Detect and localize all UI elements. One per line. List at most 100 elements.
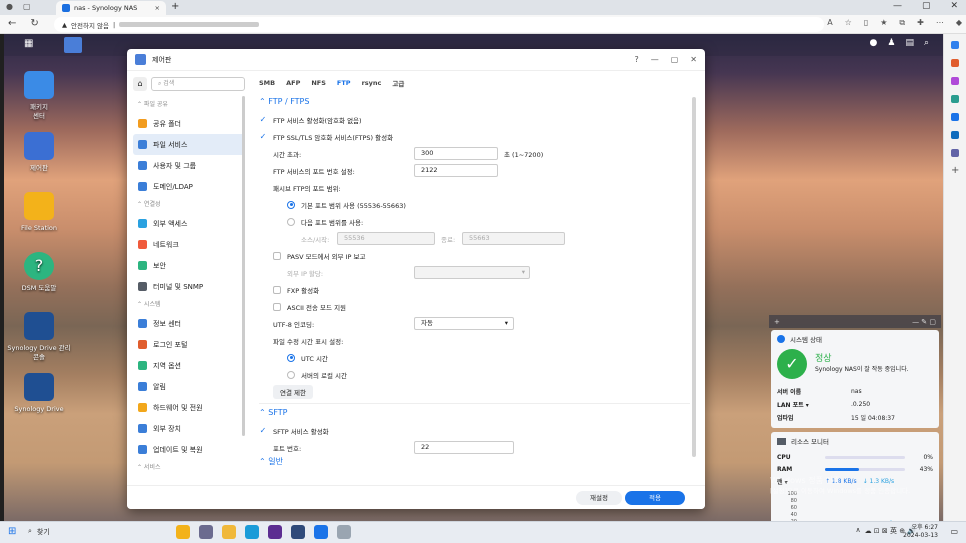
sidebar-item[interactable]: 하드웨어 및 전원 xyxy=(133,397,245,418)
sidebar-scrollbar[interactable] xyxy=(242,96,245,436)
sidebar-item[interactable]: 파일 서비스 xyxy=(133,134,245,155)
games-icon[interactable] xyxy=(951,95,959,103)
tab-ftp[interactable]: FTP xyxy=(337,79,351,87)
enable-ftps-checkbox[interactable]: ✓ FTP SSL/TLS 암호화 서비스(FTPS) 활성화 xyxy=(252,128,702,145)
home-icon[interactable]: ⌂ xyxy=(133,77,147,91)
read-aloud-icon[interactable]: A xyxy=(827,18,832,28)
office-icon[interactable] xyxy=(951,113,959,121)
app-icon[interactable] xyxy=(314,525,328,539)
close-window-button[interactable]: ✕ xyxy=(950,1,958,11)
ftp-section-header[interactable]: ⌃ FTP / FTPS xyxy=(252,93,702,111)
close-button[interactable]: ✕ xyxy=(690,55,697,64)
new-tab-button[interactable]: + xyxy=(171,1,179,12)
help-button[interactable]: ? xyxy=(634,55,638,64)
outlook-icon[interactable] xyxy=(951,131,959,139)
main-menu-icon[interactable]: ▦ xyxy=(24,38,38,52)
tray-chevron-icon[interactable]: ∧ xyxy=(855,526,860,536)
app-icon[interactable] xyxy=(291,525,305,539)
local-time-radio[interactable]: 서버의 로컬 시간 xyxy=(252,366,702,383)
minimize-button[interactable]: — xyxy=(651,55,659,64)
lan-port-row[interactable]: LAN 포트 ▾ .0.250 xyxy=(777,398,933,411)
teams-icon[interactable] xyxy=(951,149,959,157)
desktop-icon-control-panel[interactable]: 제어판 xyxy=(4,132,74,173)
connection-limit-button[interactable]: 연결 제한 xyxy=(273,384,313,399)
enable-ftp-checkbox[interactable]: ✓ FTP 서비스 활성화(암호화 없음) xyxy=(252,111,702,128)
extensions-icon[interactable]: ✚ xyxy=(917,18,924,28)
tab-actions-icon[interactable]: ▢ xyxy=(23,2,31,11)
utc-time-radio[interactable]: UTC 시간 xyxy=(252,349,702,366)
sftp-port-input[interactable]: 22 xyxy=(414,441,514,454)
ascii-mode-checkbox[interactable]: ASCII 전송 모드 지원 xyxy=(252,298,702,315)
copilot-icon[interactable]: ◆ xyxy=(956,18,962,28)
tab-rsync[interactable]: rsync xyxy=(362,79,382,87)
ftp-port-input[interactable]: 2122 xyxy=(414,164,498,177)
notification-icon[interactable]: ● xyxy=(870,38,878,48)
minimize-button[interactable]: — xyxy=(893,1,902,11)
widgets-flower-icon[interactable] xyxy=(176,525,190,539)
sidebar-item[interactable]: 보안 xyxy=(133,255,245,276)
desktop-icon-dsm-help[interactable]: ? DSM 도움말 xyxy=(4,252,74,293)
maximize-button[interactable]: ▢ xyxy=(922,1,931,11)
more-menu-icon[interactable]: ⋯ xyxy=(936,18,944,28)
address-bar[interactable]: ▲ 안전하지 않음 | xyxy=(54,17,824,32)
search-input[interactable]: ⌕ 검색 xyxy=(151,77,245,91)
search-icon[interactable]: ⌕ xyxy=(924,38,929,48)
browser-tab[interactable]: nas - Synology NAS × xyxy=(56,1,166,15)
close-tab-icon[interactable]: × xyxy=(155,4,160,12)
sidebar-section-header[interactable]: ⌃ 시스템 xyxy=(133,297,245,313)
sidebar-item[interactable]: 외부 장치 xyxy=(133,418,245,439)
favorite-star-icon[interactable]: ☆ xyxy=(845,18,852,28)
utf8-select[interactable]: 자동 ▾ xyxy=(414,317,514,330)
sidebar-item[interactable]: 정보 센터 xyxy=(133,313,245,334)
passive-default-radio[interactable]: 기본 포트 범위 사용 (55536-55663) xyxy=(252,196,702,213)
sidebar-item[interactable]: 알림 xyxy=(133,376,245,397)
desktop-icon-drive-admin[interactable]: Synology Drive 관리 콘솔 xyxy=(4,312,74,362)
reset-button[interactable]: 재설정 xyxy=(576,491,622,505)
split-screen-icon[interactable]: ▯ xyxy=(864,18,868,28)
taskbar-clock[interactable]: 오후 6:27 2024-03-13 xyxy=(903,524,938,540)
edge-icon[interactable] xyxy=(245,525,259,539)
sidebar-section-header[interactable]: ⌃ 파일 공유 xyxy=(133,97,245,113)
app-icon[interactable] xyxy=(337,525,351,539)
general-section-header[interactable]: ⌃ 일반 xyxy=(252,456,702,468)
sidebar-item[interactable]: 지역 옵션 xyxy=(133,355,245,376)
tools-icon[interactable] xyxy=(951,77,959,85)
sidebar-item[interactable]: 터미널 및 SNMP xyxy=(133,276,245,297)
notification-center-icon[interactable]: ▭ xyxy=(950,527,958,536)
collections-icon[interactable]: ⧉ xyxy=(899,18,905,28)
desktop-icon-synology-drive[interactable]: Synology Drive xyxy=(4,373,74,414)
shopping-icon[interactable] xyxy=(951,59,959,67)
sidebar-item[interactable]: 로그인 포털 xyxy=(133,334,245,355)
sftp-section-header[interactable]: ⌃ SFTP xyxy=(252,404,702,422)
fxp-checkbox[interactable]: FXP 활성화 xyxy=(252,281,702,298)
widgets-icon[interactable]: ▤ xyxy=(905,38,914,48)
add-widget-button[interactable]: + xyxy=(774,318,780,326)
maximize-button[interactable]: ▢ xyxy=(671,55,679,64)
timeout-input[interactable]: 300 xyxy=(414,147,498,160)
back-icon[interactable]: ← xyxy=(8,18,16,29)
favorites-icon[interactable]: ★ xyxy=(880,18,887,28)
file-explorer-icon[interactable] xyxy=(222,525,236,539)
sidebar-item[interactable]: 공유 폴더 xyxy=(133,113,245,134)
reload-icon[interactable]: ↻ xyxy=(30,18,38,29)
profile-icon[interactable]: ● xyxy=(6,2,13,11)
tab-afp[interactable]: AFP xyxy=(286,79,300,87)
tab-advanced[interactable]: 고급 xyxy=(392,78,404,88)
tab-nfs[interactable]: NFS xyxy=(311,79,326,87)
control-panel-taskbar-icon[interactable] xyxy=(64,37,82,53)
add-sidebar-icon[interactable]: + xyxy=(951,166,959,176)
sidebar-section-header[interactable]: ⌃ 서비스 xyxy=(133,460,245,476)
sidebar-section-header[interactable]: ⌃ 연결성 xyxy=(133,197,245,213)
range-start-input[interactable]: 55536 xyxy=(337,232,435,245)
tab-smb[interactable]: SMB xyxy=(259,79,275,87)
user-icon[interactable]: ♟ xyxy=(887,38,895,48)
sidebar-item[interactable]: 도메인/LDAP xyxy=(133,176,245,197)
desktop-icon-file-station[interactable]: File Station xyxy=(4,192,74,233)
task-view-icon[interactable] xyxy=(199,525,213,539)
windows-start-icon[interactable]: ⊞ xyxy=(8,527,18,537)
pasv-external-ip-checkbox[interactable]: PASV 모드에서 외부 IP 보고 xyxy=(252,247,702,264)
range-end-input[interactable]: 55663 xyxy=(462,232,565,245)
search-sidebar-icon[interactable] xyxy=(951,41,959,49)
passive-custom-radio[interactable]: 다음 포트 범위를 사용: xyxy=(252,213,702,230)
sidebar-item[interactable]: 외부 액세스 xyxy=(133,213,245,234)
